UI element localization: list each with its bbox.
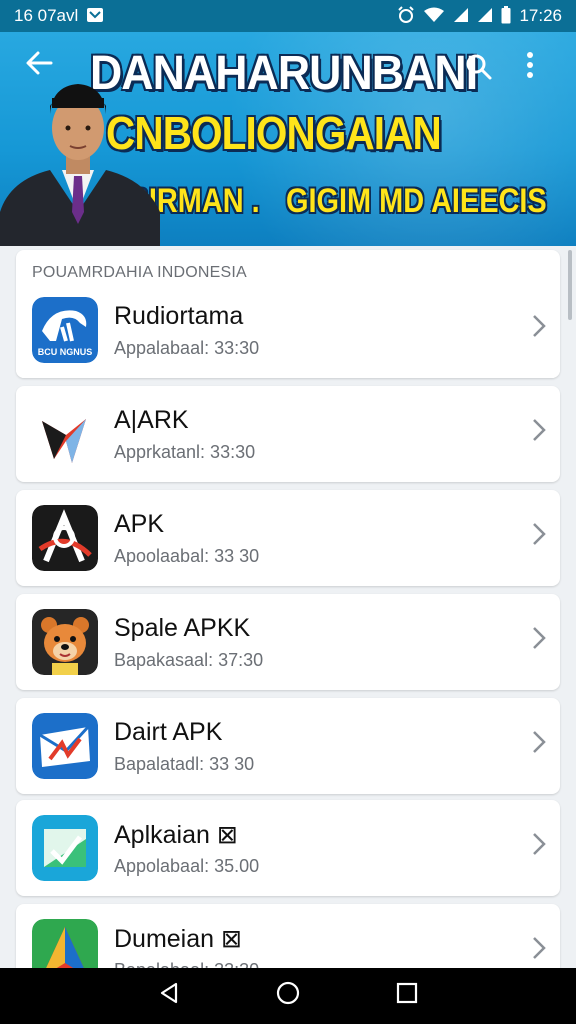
app-title: Dumeian: [114, 925, 215, 953]
chevron-right-icon: [532, 314, 546, 345]
banner-sub-separator: .: [251, 182, 260, 220]
app-title: Aplkaian: [114, 821, 210, 849]
app-icon-blue-envelope: [32, 713, 98, 779]
list-item[interactable]: A|ARK Apprkatanl: 33:30: [16, 386, 560, 482]
app-title-row: Aplkaian ⊠: [114, 820, 238, 850]
banner-sub-right: GIGIM MD AIEECIS: [286, 182, 547, 220]
app-meta: Apoolaabal: 33 30: [114, 546, 260, 566]
list-item[interactable]: APK Apoolaabal: 33 30: [16, 490, 560, 586]
app-meta: Bapalatadl: 33 30: [114, 754, 255, 774]
app-title: APK: [114, 510, 165, 538]
list-item[interactable]: BCU NGNUS Rudiortama Appalabaal: 33:30: [16, 282, 560, 378]
status-bar: 16 07avl 17:26: [0, 0, 576, 32]
recents-square-icon[interactable]: [395, 980, 419, 1012]
app-title-row: Dumeian ⊠: [114, 924, 242, 954]
notification-icon: [86, 7, 104, 26]
list-item[interactable]: Aplkaian ⊠ Appolabaal: 35.00: [16, 800, 560, 896]
battery-icon: [501, 5, 511, 27]
app-icon-label: BCU NGNUS: [38, 347, 93, 357]
app-meta: Bapalabaal: 33:30: [114, 960, 259, 968]
status-left-text: 16 07avl: [14, 6, 79, 25]
chevron-right-icon: [532, 936, 546, 967]
header-banner: DANAHARUNBANI CNBOLIONGAIAN BIRMAN . GIG…: [0, 32, 576, 246]
chevron-right-icon: [532, 730, 546, 761]
list-item[interactable]: Dairt APK Bapalatadl: 33 30: [16, 698, 560, 794]
search-icon[interactable]: [464, 52, 494, 87]
app-meta: Appolabaal: 35.00: [114, 856, 260, 876]
app-badge-icon: ⊠: [216, 821, 238, 849]
app-icon-red-m: [32, 401, 98, 467]
scrollbar-thumb[interactable]: [568, 250, 572, 320]
app-icon-triangle: [32, 919, 98, 968]
app-meta: Appalabaal: 33:30: [114, 338, 260, 358]
chevron-right-icon: [532, 832, 546, 863]
list-item[interactable]: Spale APKK Bapakasaal: 37:30: [16, 594, 560, 690]
app-badge-icon: ⊠: [221, 925, 242, 953]
app-icon-blue-wave: BCU NGNUS: [32, 297, 98, 363]
signal-icon-2: [477, 7, 493, 26]
home-circle-icon[interactable]: [275, 980, 301, 1013]
app-icon-bear: [32, 609, 98, 675]
app-meta: Bapakasaal: 37:30: [114, 650, 264, 670]
alarm-icon: [397, 5, 415, 27]
app-title: A|ARK: [114, 406, 189, 434]
app-icon-teal-check: [32, 815, 98, 881]
app-title: Dairt APK: [114, 718, 223, 746]
section-title: POUAMRDAHIA INDONESIA: [32, 264, 247, 281]
chevron-right-icon: [532, 626, 546, 657]
chevron-right-icon: [532, 522, 546, 553]
status-time: 17:26: [519, 6, 562, 25]
chevron-right-icon: [532, 418, 546, 449]
app-title: Spale APKK: [114, 614, 251, 642]
system-nav-bar: [0, 968, 576, 1024]
more-vert-icon[interactable]: [524, 50, 536, 85]
person-illustration: [0, 84, 160, 246]
back-triangle-icon[interactable]: [157, 980, 181, 1012]
app-icon-black-a: [32, 505, 98, 571]
app-meta: Apprkatanl: 33:30: [114, 442, 256, 462]
signal-icon: [453, 7, 469, 26]
list-item[interactable]: Dumeian ⊠ Bapalabaal: 33:30: [16, 904, 560, 968]
app-title: Rudiortama: [114, 302, 244, 330]
back-arrow-icon[interactable]: [24, 48, 54, 83]
wifi-icon: [423, 7, 445, 26]
